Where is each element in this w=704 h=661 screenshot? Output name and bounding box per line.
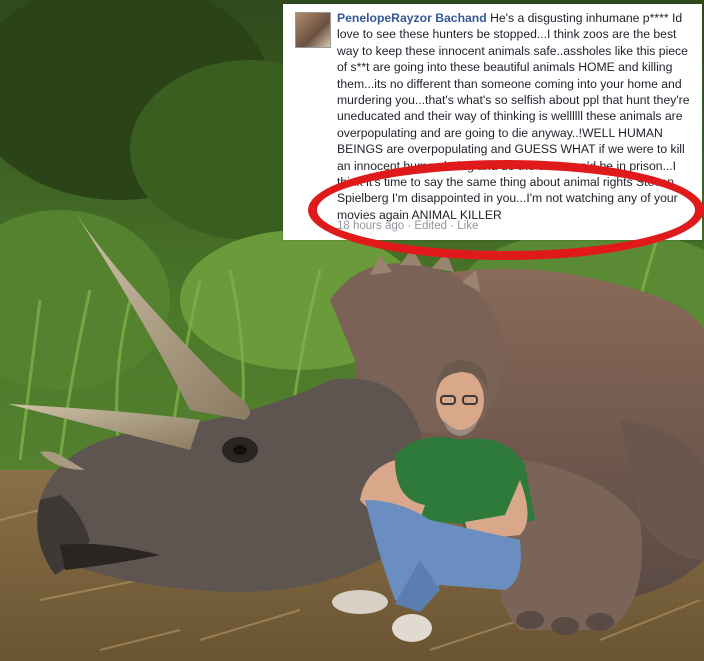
comment-body: He's a disgusting inhumane p**** Id love… — [337, 11, 690, 222]
comment-timestamp[interactable]: 18 hours ago — [337, 220, 404, 232]
meta-separator: · — [407, 220, 412, 232]
comment-content: PenelopeRayzor Bachand He's a disgusting… — [337, 10, 693, 223]
meta-separator: · — [450, 220, 455, 232]
comment-meta: 18 hours ago · Edited · Like — [337, 220, 478, 232]
facebook-comment-card: PenelopeRayzor Bachand He's a disgusting… — [283, 4, 702, 240]
comment-author-link[interactable]: PenelopeRayzor Bachand — [337, 11, 487, 25]
edited-label[interactable]: Edited — [414, 220, 447, 232]
commenter-avatar[interactable] — [295, 12, 331, 48]
like-link[interactable]: Like — [457, 220, 478, 232]
